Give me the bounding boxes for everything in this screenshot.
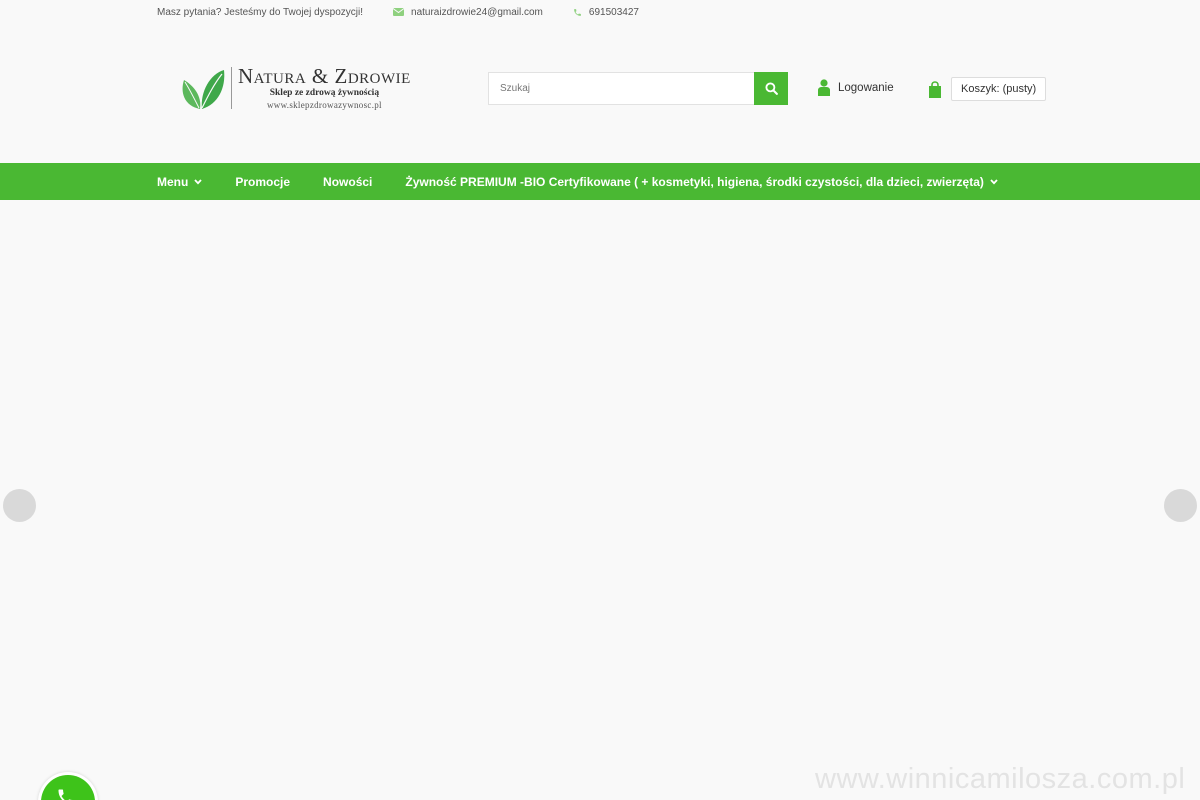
cart-label: Koszyk: (pusty) xyxy=(961,83,1037,95)
nav-item-label: Promocje xyxy=(235,174,291,189)
shopping-bag-icon xyxy=(929,80,941,98)
phone-icon xyxy=(574,8,581,16)
login-label: Logowanie xyxy=(838,81,894,94)
cart-summary[interactable]: Koszyk: (pusty) xyxy=(951,77,1047,101)
contact-email-text: naturaizdrowie24@gmail.com xyxy=(411,6,543,18)
contact-phone[interactable]: 691503427 xyxy=(573,7,639,18)
logo-divider xyxy=(231,67,232,109)
contact-question-text: Masz pytania? Jesteśmy do Twojej dyspozy… xyxy=(157,6,364,18)
contact-email[interactable]: naturaizdrowie24@gmail.com xyxy=(393,7,543,18)
nav-item-nowosci[interactable]: Nowości xyxy=(323,163,372,200)
search-icon xyxy=(764,82,778,95)
nav-item-promocje[interactable]: Promocje xyxy=(235,163,290,200)
slider-prev-icon[interactable] xyxy=(3,489,36,522)
main-navigation: Menu Promocje Nowości Żywność PREMIUM -B… xyxy=(0,163,1200,200)
contact-question: Masz pytania? Jesteśmy do Twojej dyspozy… xyxy=(157,7,363,18)
leaves-logo-icon xyxy=(182,70,225,109)
nav-item-label: Nowości xyxy=(323,174,373,189)
top-info-bar: Masz pytania? Jesteśmy do Twojej dyspozy… xyxy=(157,0,669,24)
nav-item-label: Żywność PREMIUM -BIO Certyfikowane ( + k… xyxy=(405,174,984,189)
chevron-down-icon xyxy=(194,178,203,185)
contact-phone-text: 691503427 xyxy=(588,6,639,18)
search-input[interactable] xyxy=(488,72,754,105)
logo-tagline: Sklep ze zdrową żywnością xyxy=(269,88,380,98)
search-button[interactable] xyxy=(754,72,788,105)
user-icon xyxy=(818,79,830,96)
chevron-down-icon xyxy=(990,178,998,185)
search-form xyxy=(488,72,788,105)
nav-item-label: Menu xyxy=(157,174,189,189)
phone-chat-icon xyxy=(58,789,73,800)
nav-item-menu[interactable]: Menu xyxy=(157,163,203,200)
call-widget[interactable] xyxy=(38,772,98,800)
envelope-icon xyxy=(393,8,405,16)
logo-text: Natura & Zdrowie Sklep ze zdrową żywnośc… xyxy=(238,65,411,111)
watermark-text: www.winnicamilosza.com.pl xyxy=(815,763,1186,795)
logo-brand: Natura & Zdrowie xyxy=(238,64,411,88)
cart-widget[interactable]: Koszyk: (pusty) xyxy=(928,77,1047,101)
logo-url: www.sklepzdrowazywnosc.pl xyxy=(266,100,382,110)
site-logo[interactable]: Natura & Zdrowie Sklep ze zdrową żywnośc… xyxy=(180,62,440,114)
nav-item-premium-bio[interactable]: Żywność PREMIUM -BIO Certyfikowane ( + k… xyxy=(405,163,998,200)
call-widget-inner xyxy=(41,775,95,800)
login-link[interactable]: Logowanie xyxy=(818,79,894,96)
nav-list: Menu Promocje Nowości Żywność PREMIUM -B… xyxy=(157,163,1031,200)
slider-next-icon[interactable] xyxy=(1164,489,1197,522)
